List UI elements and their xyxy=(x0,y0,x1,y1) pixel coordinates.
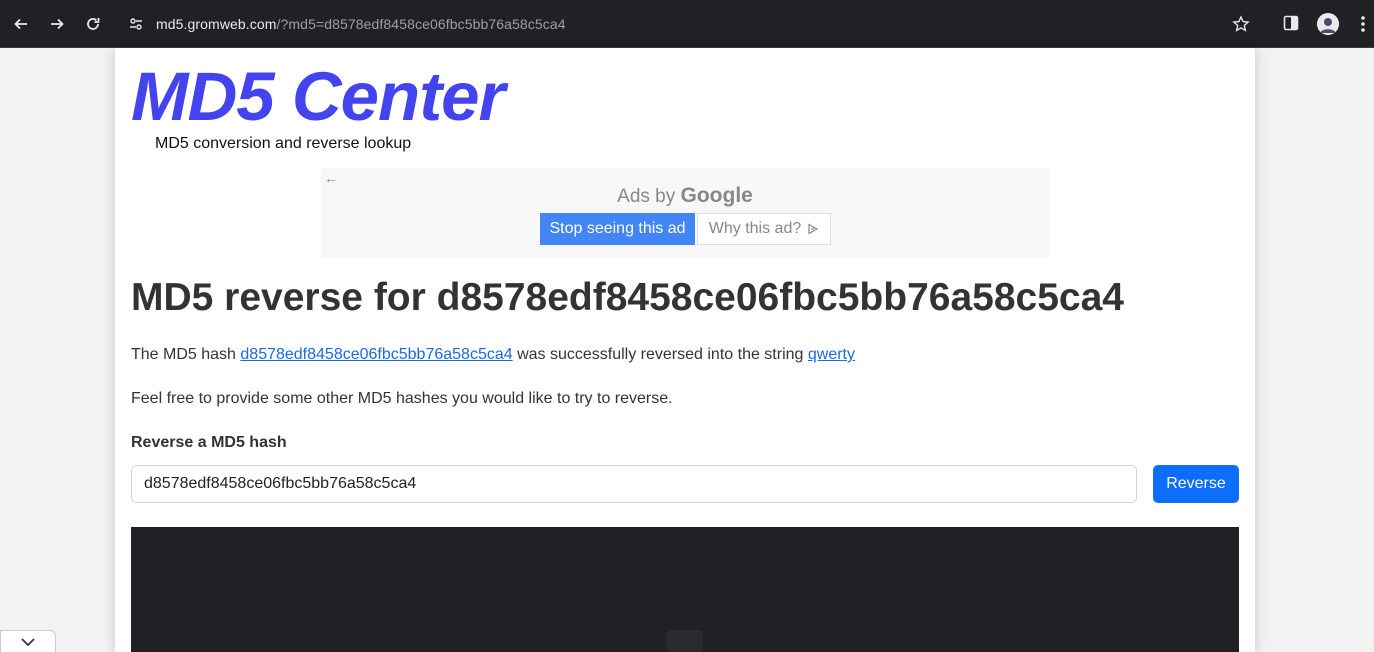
result-prefix: The MD5 hash xyxy=(131,346,241,363)
ad-banner: ← Ads by Google Stop seeing this ad Why … xyxy=(321,168,1049,258)
google-label: Google xyxy=(680,184,753,207)
hint-text: Feel free to provide some other MD5 hash… xyxy=(131,390,673,407)
video-placeholder-icon xyxy=(667,630,703,652)
result-text: The MD5 hash d8578edf8458ce06fbc5bb76a58… xyxy=(131,346,855,364)
back-button[interactable] xyxy=(8,11,34,37)
why-this-ad-button[interactable]: Why this ad? xyxy=(697,213,831,245)
page-title: MD5 reverse for d8578edf8458ce06fbc5bb76… xyxy=(131,276,1124,319)
reverse-button[interactable]: Reverse xyxy=(1153,465,1239,503)
stop-seeing-ad-button[interactable]: Stop seeing this ad xyxy=(540,213,695,245)
adchoices-icon xyxy=(808,223,819,235)
site-logo[interactable]: MD5 Center xyxy=(131,62,505,131)
result-middle: was successfully reversed into the strin… xyxy=(512,346,808,363)
more-menu-icon[interactable] xyxy=(1356,14,1370,34)
url-host: md5.gromweb.com xyxy=(156,16,277,32)
arrow-right-icon xyxy=(51,18,64,30)
site-tagline: MD5 conversion and reverse lookup xyxy=(155,135,412,152)
profile-icon xyxy=(1317,13,1339,35)
bookmark-star-icon[interactable] xyxy=(1232,15,1250,33)
chevron-down-icon xyxy=(21,637,35,646)
reversed-string-link[interactable]: qwerty xyxy=(808,346,855,363)
ads-by-google: Ads by Google xyxy=(321,184,1049,208)
reload-button[interactable] xyxy=(80,11,106,37)
side-panel-icon[interactable] xyxy=(1283,15,1299,31)
address-bar[interactable]: md5.gromweb.com/?md5=d8578edf8458ce06fbc… xyxy=(118,8,1266,40)
hash-link[interactable]: d8578edf8458ce06fbc5bb76a58c5ca4 xyxy=(240,346,512,363)
hash-input[interactable] xyxy=(131,465,1137,503)
url-text: md5.gromweb.com/?md5=d8578edf8458ce06fbc… xyxy=(156,16,566,32)
collapse-tab[interactable] xyxy=(0,630,56,652)
forward-button[interactable] xyxy=(44,11,70,37)
why-this-ad-label: Why this ad? xyxy=(708,220,802,237)
page-container: MD5 Center MD5 conversion and reverse lo… xyxy=(115,48,1255,652)
video-ad-area[interactable] xyxy=(131,527,1239,652)
reload-icon xyxy=(87,18,100,30)
url-path: /?md5=d8578edf8458ce06fbc5bb76a58c5ca4 xyxy=(276,16,566,32)
profile-avatar[interactable] xyxy=(1317,13,1339,35)
site-settings-icon[interactable] xyxy=(128,16,144,32)
arrow-left-icon xyxy=(14,18,27,30)
reverse-form-label: Reverse a MD5 hash xyxy=(131,434,287,451)
ads-by-label: Ads by xyxy=(617,186,676,207)
browser-toolbar: md5.gromweb.com/?md5=d8578edf8458ce06fbc… xyxy=(0,0,1374,48)
